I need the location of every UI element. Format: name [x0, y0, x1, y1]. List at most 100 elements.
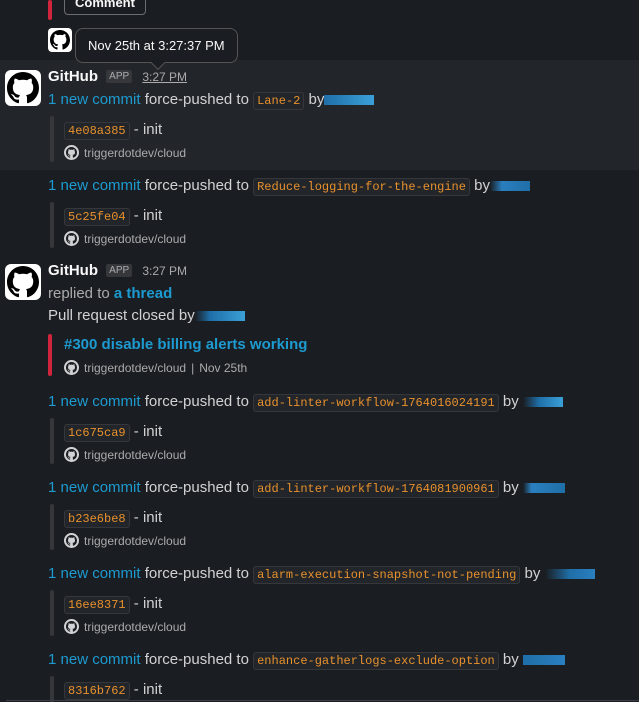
redacted-user	[489, 181, 530, 192]
attachment-bar	[50, 418, 54, 464]
action-text: force-pushed to	[144, 91, 249, 108]
pr-closed-text: Pull request closed by	[48, 307, 195, 324]
repo-line: triggerdotdev/cloud	[64, 145, 186, 160]
redacted-user	[544, 569, 595, 580]
github-avatar[interactable]	[5, 264, 41, 300]
redacted-user	[522, 483, 565, 494]
commit-link[interactable]: 1 new commit	[48, 565, 141, 582]
commit-link[interactable]: 1 new commit	[48, 91, 141, 108]
github-icon	[64, 231, 79, 246]
repo-name[interactable]: triggerdotdev/cloud	[84, 534, 186, 548]
commit-line: b23e6be8 - init	[64, 509, 163, 528]
redacted-user	[324, 95, 375, 106]
repo-name[interactable]: triggerdotdev/cloud	[84, 448, 186, 462]
branch-name: add-linter-workflow-1764016024191	[253, 394, 499, 412]
repo-line: triggerdotdev/cloud	[64, 447, 186, 462]
attachment-bar	[50, 202, 54, 248]
action-text: force-pushed to	[144, 393, 249, 410]
push-line: 1 new commit force-pushed to Reduce-logg…	[48, 177, 530, 196]
repo-line: triggerdotdev/cloud | Nov 25th	[64, 360, 247, 375]
redacted-user	[522, 655, 565, 666]
commit-message: - init	[133, 595, 163, 612]
commit-line: 4e08a385 - init	[64, 121, 163, 140]
message-header: GitHub APP 3:27 PM	[48, 68, 187, 85]
by-text: by	[524, 565, 541, 582]
separator: |	[191, 360, 195, 375]
commit-line: 5c25fe04 - init	[64, 207, 163, 226]
message-timestamp[interactable]: 3:27 PM	[142, 70, 187, 84]
by-text: by	[502, 393, 519, 410]
by-text: by	[308, 91, 325, 108]
commit-link[interactable]: 1 new commit	[48, 479, 141, 496]
commit-link[interactable]: 1 new commit	[48, 177, 141, 194]
sender-name[interactable]: GitHub	[48, 262, 98, 279]
action-text: force-pushed to	[144, 479, 249, 496]
commit-line: 1c675ca9 - init	[64, 423, 163, 442]
branch-name: Reduce-logging-for-the-engine	[253, 178, 470, 196]
github-icon	[7, 72, 39, 104]
by-text: by	[474, 177, 490, 194]
push-line: 1 new commit force-pushed to alarm-execu…	[48, 565, 595, 584]
github-avatar[interactable]	[5, 70, 41, 106]
sender-name[interactable]: GitHub	[48, 68, 98, 85]
github-icon	[64, 360, 79, 375]
message-timestamp[interactable]: 3:27 PM	[142, 264, 187, 278]
pr-date: Nov 25th	[199, 360, 248, 375]
repo-name[interactable]: triggerdotdev/cloud	[84, 620, 186, 634]
attachment-bar	[50, 116, 54, 162]
commit-message: - init	[133, 121, 163, 138]
push-line: 1 new commit force-pushed to add-linter-…	[48, 393, 563, 412]
commit-link[interactable]: 1 new commit	[48, 651, 141, 668]
attachment-bar	[48, 0, 52, 20]
commit-message: - init	[133, 207, 163, 224]
github-icon	[64, 447, 79, 462]
github-icon	[64, 145, 79, 160]
by-text: by	[502, 479, 519, 496]
commit-hash[interactable]: 5c25fe04	[64, 208, 130, 226]
action-text: force-pushed to	[144, 565, 249, 582]
action-text: force-pushed to	[144, 651, 249, 668]
app-badge: APP	[106, 70, 133, 83]
github-avatar-small[interactable]	[48, 28, 72, 52]
repo-name[interactable]: triggerdotdev/cloud	[84, 361, 186, 375]
replied-line: replied to a thread	[48, 285, 172, 302]
branch-name: add-linter-workflow-1764081900961	[253, 480, 499, 498]
commit-line: 16ee8371 - init	[64, 595, 163, 614]
commit-message: - init	[133, 681, 163, 698]
attachment-bar	[50, 590, 54, 636]
pr-link[interactable]: #300 disable billing alerts working	[64, 336, 307, 353]
redacted-user	[522, 397, 563, 408]
repo-name[interactable]: triggerdotdev/cloud	[84, 146, 186, 160]
comment-button[interactable]: Comment	[64, 0, 146, 15]
app-badge: APP	[106, 264, 133, 277]
commit-hash[interactable]: 4e08a385	[64, 122, 130, 140]
replied-to-text: replied to	[48, 285, 110, 302]
attachment-bar	[50, 676, 54, 702]
thread-link[interactable]: a thread	[114, 285, 172, 302]
redacted-user	[194, 311, 245, 322]
commit-message: - init	[133, 423, 163, 440]
message-header: GitHub APP 3:27 PM	[48, 262, 187, 279]
by-text: by	[502, 651, 519, 668]
commit-hash[interactable]: b23e6be8	[64, 510, 130, 528]
action-text: force-pushed to	[144, 177, 249, 194]
push-line: 1 new commit force-pushed to enhance-gat…	[48, 651, 565, 670]
branch-name: Lane-2	[253, 92, 305, 110]
commit-line: 8316b762 - init	[64, 681, 163, 700]
pr-title[interactable]: #300 disable billing alerts working	[64, 336, 307, 353]
push-line: 1 new commit force-pushed to Lane-2 by	[48, 91, 375, 110]
commit-hash[interactable]: 16ee8371	[64, 596, 130, 614]
repo-name[interactable]: triggerdotdev/cloud	[84, 232, 186, 246]
repo-line: triggerdotdev/cloud	[64, 231, 186, 246]
commit-message: - init	[133, 509, 163, 526]
github-icon	[7, 266, 39, 298]
branch-name: alarm-execution-snapshot-not-pending	[253, 566, 521, 584]
commit-hash[interactable]: 1c675ca9	[64, 424, 130, 442]
push-line: 1 new commit force-pushed to add-linter-…	[48, 479, 565, 498]
github-icon	[64, 533, 79, 548]
repo-line: triggerdotdev/cloud	[64, 533, 186, 548]
commit-hash[interactable]: 8316b762	[64, 682, 130, 700]
commit-link[interactable]: 1 new commit	[48, 393, 141, 410]
pr-closed-line: Pull request closed by	[48, 307, 245, 324]
github-icon	[50, 30, 70, 50]
